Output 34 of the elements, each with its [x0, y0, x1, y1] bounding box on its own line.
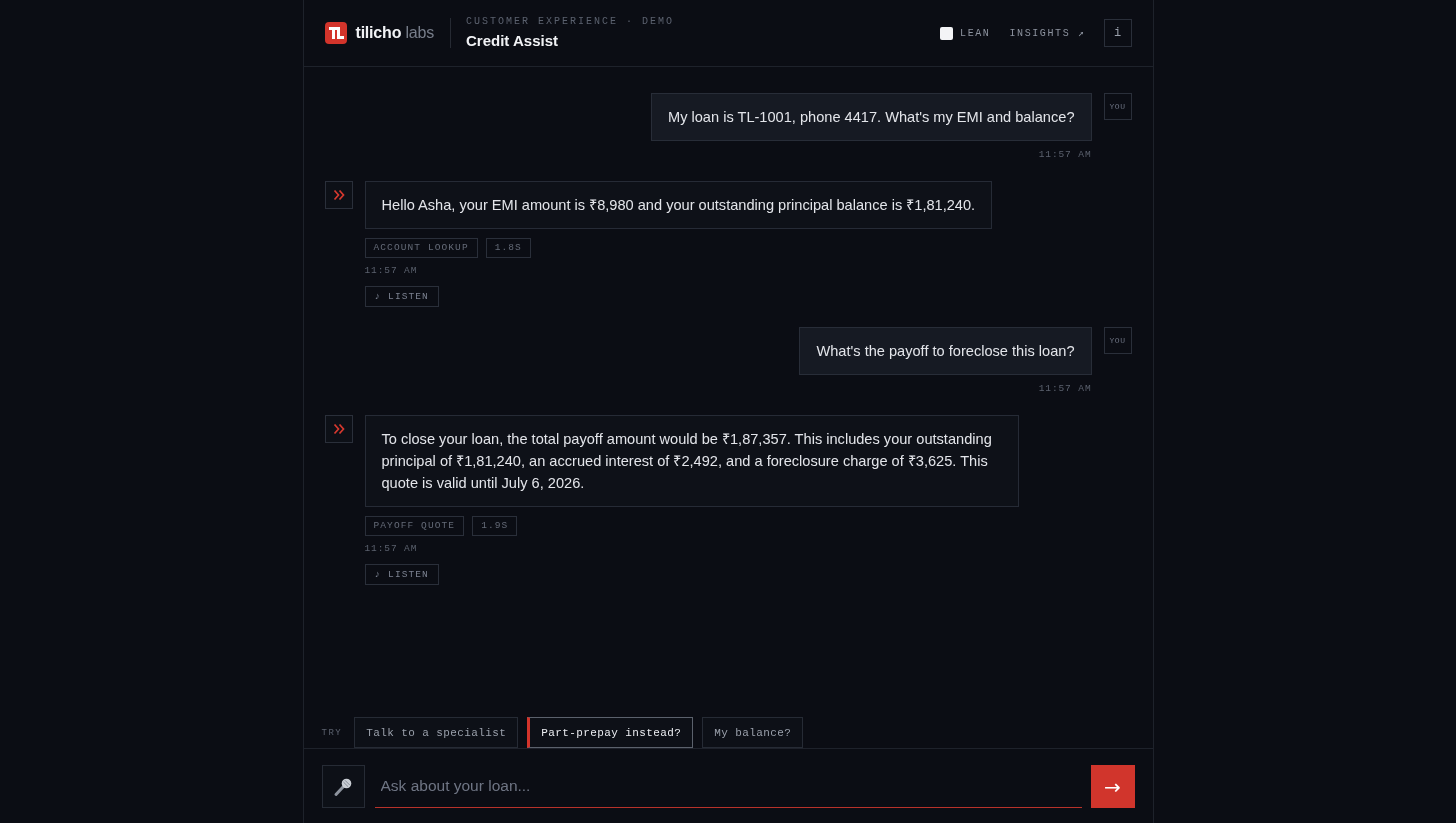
message-tag: 1.8S [485, 238, 531, 258]
message-time: 11:57 AM [364, 543, 418, 555]
suggestion-chip[interactable]: My balance? [702, 717, 804, 748]
app-title: Credit Assist [466, 32, 559, 50]
listen-button[interactable]: ♪ LISTEN [364, 564, 439, 585]
assistant-message: To close your loan, the total payoff amount would be ₹1,87,357. This includes your outstanding principal of ₹1,81,240, an accrued interest of ₹2,492, and a foreclosure charge of ₹3,625. This quote is valid until July 6, 2026. [364, 415, 1019, 507]
send-button[interactable]: → [1090, 765, 1135, 808]
section-eyebrow: CUSTOMER EXPERIENCE · DEMO [466, 16, 675, 28]
logo-icon [324, 22, 347, 44]
message-tag: PAYOFF QUOTE [364, 516, 465, 536]
message-time: 11:57 AM [1038, 383, 1092, 395]
lean-checkbox[interactable] [940, 26, 954, 40]
message-time: 11:57 AM [1038, 149, 1092, 161]
message-input[interactable]: Ask about your loan... [374, 765, 1082, 808]
user-avatar: YOU [1103, 93, 1132, 120]
mic-button[interactable] [321, 765, 365, 808]
message-tag: ACCOUNT LOOKUP [364, 238, 478, 258]
suggestion-chip[interactable]: Talk to a specialist [354, 717, 519, 748]
user-avatar: YOU [1103, 327, 1132, 354]
suggestions-label: TRY [321, 727, 343, 738]
insights-link[interactable]: INSIGHTS ↗ [1009, 27, 1086, 39]
microphone-icon [333, 776, 353, 797]
message-tag: 1.9S [472, 516, 518, 536]
info-button[interactable]: i [1103, 19, 1132, 47]
user-message: What's the payoff to foreclose this loan? [799, 327, 1092, 375]
double-chevron-icon [324, 415, 353, 443]
brand-name: tilicho labs [355, 24, 435, 42]
suggestion-chip[interactable]: Part-prepay instead? [527, 717, 694, 748]
assistant-message: Hello Asha, your EMI amount is ₹8,980 and your outstanding principal balance is ₹1,81,240. [364, 181, 993, 229]
double-chevron-icon [324, 181, 353, 209]
lean-label[interactable]: LEAN [960, 27, 991, 39]
listen-button[interactable]: ♪ LISTEN [364, 286, 439, 307]
user-message: My loan is TL-1001, phone 4417. What's my EMI and balance? [651, 93, 1092, 141]
message-time: 11:57 AM [364, 265, 418, 277]
